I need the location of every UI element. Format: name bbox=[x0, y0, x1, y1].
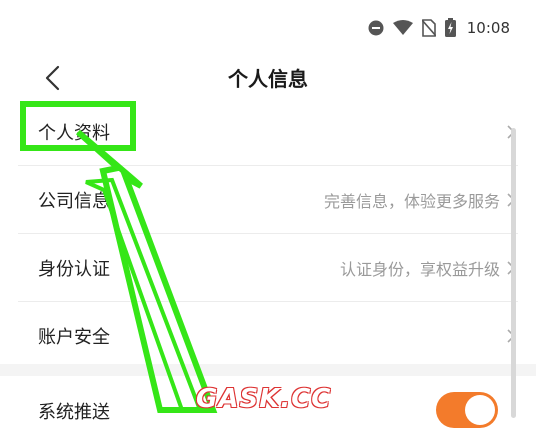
toggle-knob bbox=[465, 395, 495, 425]
battery-charging-icon bbox=[444, 18, 456, 37]
watermark: GASK.CC bbox=[196, 384, 332, 414]
wifi-icon bbox=[392, 19, 413, 35]
section-divider bbox=[0, 364, 536, 376]
list-item-label: 公司信息 bbox=[38, 190, 110, 212]
push-setting-label: 系统推送 bbox=[38, 402, 110, 423]
list-item-company[interactable]: 公司信息 完善信息，体验更多服务 bbox=[18, 166, 518, 234]
push-toggle[interactable] bbox=[436, 392, 498, 428]
list-item-identity[interactable]: 身份认证 认证身份，享权益升级 bbox=[18, 234, 518, 302]
dnd-icon bbox=[368, 20, 384, 35]
no-sim-icon bbox=[421, 18, 436, 37]
list-item-value: 完善信息，体验更多服务 bbox=[323, 191, 500, 211]
list-item-label: 身份认证 bbox=[38, 258, 110, 280]
scrollbar[interactable] bbox=[511, 128, 516, 418]
annotation-highlight-box bbox=[20, 101, 136, 151]
list-item-label: 账户安全 bbox=[38, 326, 110, 348]
status-time: 10:08 bbox=[466, 18, 510, 37]
list-item-value: 认证身份，享权益升级 bbox=[339, 259, 500, 279]
status-bar: 10:08 bbox=[0, 0, 536, 56]
status-icons: 10:08 bbox=[368, 18, 510, 37]
page-title: 个人信息 bbox=[228, 67, 308, 91]
list-item-security[interactable]: 账户安全 bbox=[18, 302, 518, 370]
